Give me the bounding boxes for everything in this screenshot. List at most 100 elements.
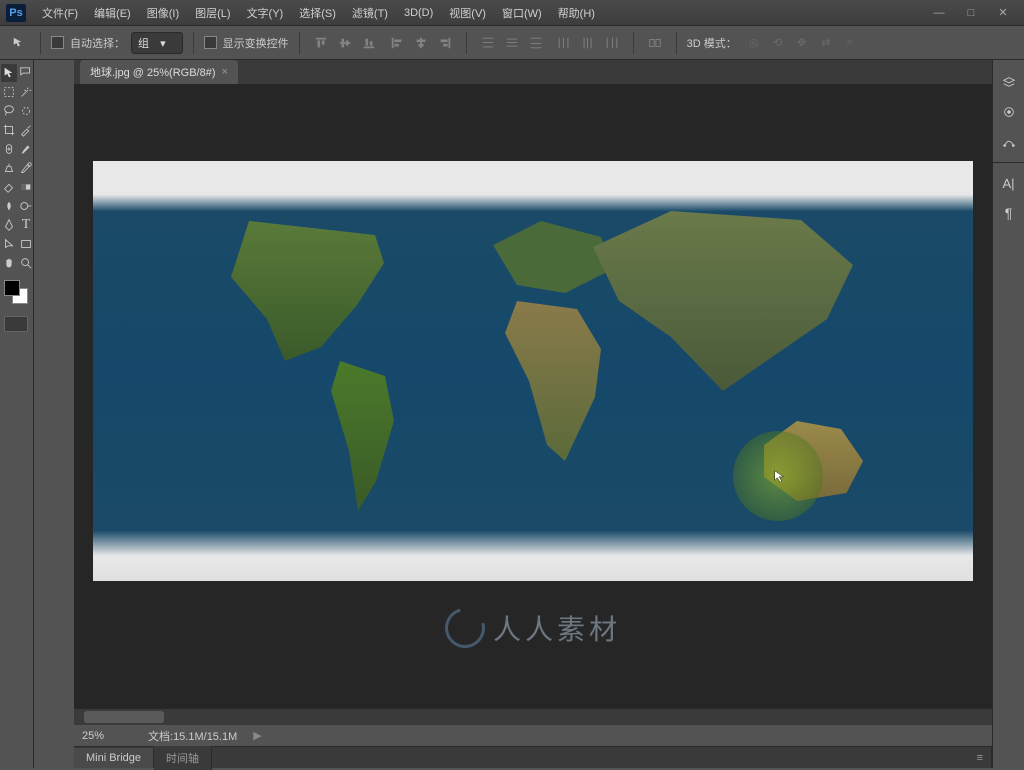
separator: [299, 32, 300, 54]
status-arrow-icon[interactable]: ▶: [253, 729, 261, 742]
distribute-left-icon[interactable]: [553, 32, 575, 54]
type-tool[interactable]: T: [18, 216, 34, 234]
dodge-tool[interactable]: [18, 197, 34, 215]
minimize-button[interactable]: —: [924, 3, 954, 23]
move-tool-icon[interactable]: [8, 32, 30, 54]
paths-panel-icon[interactable]: [995, 128, 1022, 156]
menu-file[interactable]: 文件(F): [34, 5, 86, 21]
separator: [193, 32, 194, 54]
menu-layer[interactable]: 图层(L): [187, 5, 238, 21]
distribute-vcenter-icon[interactable]: [501, 32, 523, 54]
menu-view[interactable]: 视图(V): [441, 5, 494, 21]
character-panel-icon[interactable]: A|: [995, 169, 1022, 197]
auto-select-checkbox[interactable]: [51, 36, 64, 49]
align-hcenter-icon[interactable]: [410, 32, 432, 54]
magic-wand-tool[interactable]: [18, 83, 34, 101]
canvas-image: [93, 161, 973, 581]
layers-panel-icon[interactable]: [995, 68, 1022, 96]
menu-help[interactable]: 帮助(H): [550, 5, 603, 21]
spot-heal-tool[interactable]: [1, 140, 17, 158]
align-right-icon[interactable]: [434, 32, 456, 54]
menu-image[interactable]: 图像(I): [139, 5, 187, 21]
separator: [676, 32, 677, 54]
brush-tool[interactable]: [18, 140, 34, 158]
lasso-tool[interactable]: [1, 102, 17, 120]
clone-stamp-tool[interactable]: [1, 159, 17, 177]
eyedropper-tool[interactable]: [18, 121, 34, 139]
orbit3d-icon[interactable]: ◎: [743, 32, 765, 54]
align-top-icon[interactable]: [310, 32, 332, 54]
color-swatch[interactable]: [4, 280, 29, 308]
show-transform-checkbox[interactable]: [204, 36, 217, 49]
hand-tool[interactable]: [1, 254, 17, 272]
quick-mask-toggle[interactable]: [4, 316, 28, 332]
left-collapsed-panels: [34, 60, 74, 768]
separator: [40, 32, 41, 54]
main-area: T 地球.jpg @ 25%(RGB/8#) ×: [0, 60, 1024, 768]
distribute-right-icon[interactable]: [601, 32, 623, 54]
close-tab-icon[interactable]: ×: [222, 66, 228, 78]
document-tab[interactable]: 地球.jpg @ 25%(RGB/8#) ×: [80, 60, 238, 84]
blur-tool[interactable]: [1, 197, 17, 215]
status-doc-label: 文档:15.1M/15.1M: [148, 728, 237, 744]
distribute-top-icon[interactable]: [477, 32, 499, 54]
move-tool[interactable]: [1, 64, 17, 82]
menu-edit[interactable]: 编辑(E): [86, 5, 139, 21]
tab-timeline[interactable]: 时间轴: [154, 746, 212, 770]
eraser-tool[interactable]: [1, 178, 17, 196]
align-bottom-icon[interactable]: [358, 32, 380, 54]
watermark-text: 人人素材: [493, 608, 621, 648]
scrollbar-thumb[interactable]: [84, 711, 164, 723]
menu-bar: Ps 文件(F) 编辑(E) 图像(I) 图层(L) 文字(Y) 选择(S) 滤…: [0, 0, 1024, 26]
close-window-button[interactable]: ✕: [988, 3, 1018, 23]
tab-mini-bridge[interactable]: Mini Bridge: [74, 748, 154, 768]
slide3d-icon[interactable]: ⇄: [815, 32, 837, 54]
map-europe: [493, 221, 613, 301]
align-group-1: [310, 32, 380, 54]
panel-separator: [993, 162, 1024, 163]
chevron-down-icon: ▾: [160, 38, 166, 50]
menu-select[interactable]: 选择(S): [291, 5, 344, 21]
align-left-icon[interactable]: [386, 32, 408, 54]
distribute-group-2: [553, 32, 623, 54]
channels-panel-icon[interactable]: [995, 98, 1022, 126]
zoom3d-icon[interactable]: ⌕: [839, 32, 861, 54]
history-brush-tool[interactable]: [18, 159, 34, 177]
foreground-color[interactable]: [4, 280, 20, 296]
menu-filter[interactable]: 滤镜(T): [344, 5, 396, 21]
map-south-america: [313, 361, 403, 511]
gradient-tool[interactable]: [18, 178, 34, 196]
pen-tool[interactable]: [1, 216, 17, 234]
marquee-tool[interactable]: [1, 83, 17, 101]
path-select-tool[interactable]: [1, 235, 17, 253]
right-panels: A| ¶: [992, 60, 1024, 768]
paragraph-panel-icon[interactable]: ¶: [995, 199, 1022, 227]
menu-type[interactable]: 文字(Y): [239, 5, 292, 21]
maximize-button[interactable]: □: [956, 3, 986, 23]
panel-menu-icon[interactable]: ≡: [969, 748, 992, 768]
bottom-panel-tabs: Mini Bridge 时间轴 ≡: [74, 746, 992, 768]
artboard-tool[interactable]: [18, 64, 34, 82]
quick-select-tool[interactable]: [18, 102, 34, 120]
document-tabs: 地球.jpg @ 25%(RGB/8#) ×: [74, 60, 992, 84]
roll3d-icon[interactable]: ⟲: [767, 32, 789, 54]
distribute-bottom-icon[interactable]: [525, 32, 547, 54]
auto-select-value: 组: [138, 38, 149, 50]
status-zoom[interactable]: 25%: [82, 730, 132, 742]
menu-window[interactable]: 窗口(W): [494, 5, 550, 21]
canvas-viewport[interactable]: 人人素材: [74, 84, 992, 708]
pan3d-icon[interactable]: ✥: [791, 32, 813, 54]
rectangle-tool[interactable]: [18, 235, 34, 253]
options-bar: 自动选择： 组 ▾ 显示变换控件 3D 模式： ◎ ⟲ ✥ ⇄ ⌕: [0, 26, 1024, 60]
zoom-tool[interactable]: [18, 254, 34, 272]
auto-select-dropdown[interactable]: 组 ▾: [131, 32, 183, 54]
align-vcenter-icon[interactable]: [334, 32, 356, 54]
horizontal-scrollbar[interactable]: [74, 708, 992, 724]
show-transform-label: 显示变换控件: [223, 35, 289, 51]
auto-align-icon[interactable]: [644, 32, 666, 54]
crop-tool[interactable]: [1, 121, 17, 139]
tools-panel: T: [0, 60, 34, 768]
menu-3d[interactable]: 3D(D): [396, 7, 441, 19]
map-asia: [593, 211, 853, 391]
distribute-hcenter-icon[interactable]: [577, 32, 599, 54]
